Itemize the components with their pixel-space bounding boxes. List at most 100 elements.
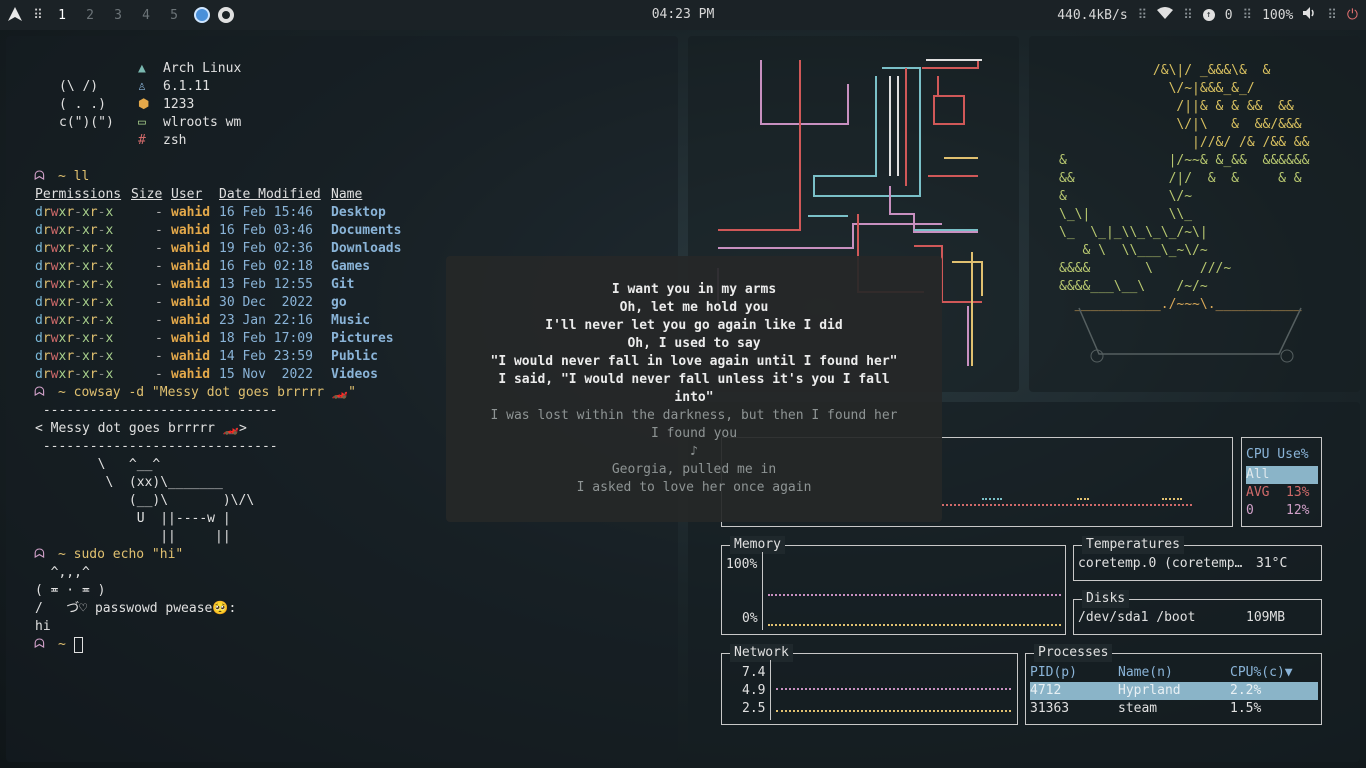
file-name: Documents — [331, 223, 402, 238]
file-date: 18 Feb 17:09 — [219, 331, 313, 346]
memory-min-label: 0% — [742, 611, 758, 626]
file-user: wahid — [171, 241, 211, 256]
ghost-icon: ᗣ — [34, 169, 45, 184]
fetch-os: Arch Linux — [163, 61, 242, 76]
top-bar: ⠿ 1 2 3 4 5 04:23 PM 440.4kB/s ⠿ ⠿ ↑ 0 ⠿… — [0, 0, 1366, 30]
processes-title: Processes — [1034, 644, 1113, 662]
command-output: hi — [35, 619, 51, 634]
monitor-icon: ▭ — [138, 115, 146, 130]
net-speed: 440.4kB/s — [1057, 7, 1128, 23]
col-header-name: Name — [331, 187, 363, 202]
ascii-art-line: /&\|/ _&&&\& & — [1059, 63, 1271, 78]
separator-icon: ⠿ — [1242, 7, 1253, 23]
separator-icon: ⠿ — [1137, 7, 1148, 23]
memory-max-label: 100% — [726, 557, 758, 572]
prompt-command: ~ — [58, 637, 66, 652]
file-date: 14 Feb 23:59 — [219, 349, 313, 364]
memory-axis — [762, 552, 763, 630]
disk-usage: 109MB — [1246, 610, 1286, 625]
file-name: Games — [331, 259, 371, 274]
file-user: wahid — [171, 205, 211, 220]
separator-icon: ⠿ — [1327, 7, 1337, 23]
proc-header-cpu[interactable]: CPU%(c)▼ — [1230, 664, 1293, 682]
file-size: - — [155, 241, 163, 256]
network-graph-line — [776, 688, 1011, 690]
ascii-art-line: && /|/ & & & & — [1059, 171, 1302, 186]
file-name: Pictures — [331, 331, 394, 346]
col-header-date: Date Modified — [219, 187, 321, 202]
sudo-prompt-line: / づ♡ passwowd pwease🥺: — [35, 601, 237, 616]
power-icon[interactable]: ⏻ — [1347, 7, 1358, 23]
file-user: wahid — [171, 367, 211, 382]
arch-icon: ▲ — [138, 61, 146, 76]
proc-header-name[interactable]: Name(n) — [1118, 664, 1173, 682]
ascii-art-line: & \/~ — [1059, 189, 1193, 204]
file-size: - — [155, 205, 163, 220]
cowsay-line: ------------------------------ — [35, 403, 278, 418]
ascii-art-line: &&&& \ ///~ — [1059, 261, 1232, 276]
lyric-line-current: Oh, let me hold you — [619, 300, 769, 315]
cpu-all-row[interactable]: All — [1246, 466, 1318, 484]
cpu-core-value: 12% — [1286, 503, 1310, 518]
lyric-line-current: Oh, I used to say — [627, 336, 761, 351]
file-permissions: drwxr-xr-x — [35, 367, 114, 382]
file-size: - — [155, 277, 163, 292]
file-name: go — [331, 295, 347, 310]
process-cpu[interactable]: 1.5% — [1230, 700, 1261, 718]
cowsay-line: || || — [35, 529, 231, 544]
file-user: wahid — [171, 223, 211, 238]
file-size: - — [155, 259, 163, 274]
lyric-line-current: I want you in my arms — [611, 282, 777, 297]
file-user: wahid — [171, 331, 211, 346]
file-permissions: drwxr-xr-x — [35, 205, 114, 220]
ascii-art-line: \/|\ & &&/&&& — [1059, 117, 1302, 132]
volume-icon[interactable] — [1303, 7, 1317, 23]
prompt-command: ~ sudo echo "hi" — [58, 547, 184, 562]
memory-graph-baseline — [768, 624, 1061, 626]
col-header-user: User — [171, 187, 203, 202]
file-name: Videos — [331, 367, 378, 382]
lyric-line-next: I asked to love her once again — [576, 480, 812, 495]
file-name: Downloads — [331, 241, 402, 256]
file-user: wahid — [171, 349, 211, 364]
ascii-art-line: \_\| \\_ — [1059, 207, 1193, 222]
col-header-permissions: Permissions — [35, 187, 122, 202]
ascii-art-window[interactable]: /&\|/ _&&&\& & \/~|&&&_&_/ /||& & & && &… — [1029, 36, 1360, 392]
cpu-graph-spike — [982, 498, 1002, 500]
text-cursor[interactable] — [74, 637, 83, 653]
process-name[interactable]: steam — [1118, 700, 1157, 718]
process-pid: 4712 — [1030, 683, 1062, 698]
process-name: Hyprland — [1118, 683, 1181, 698]
fetch-packages: 1233 — [163, 97, 195, 112]
kernel-icon: ♙ — [138, 79, 146, 94]
file-name: Public — [331, 349, 378, 364]
separator-icon: ⠿ — [1183, 7, 1193, 23]
process-pid[interactable]: 31363 — [1030, 700, 1069, 718]
fetch-art-line: c(")(") — [59, 115, 114, 130]
network-graph-baseline — [776, 710, 1011, 712]
sudo-art-line: ( ≖ · ≖ ) — [35, 583, 106, 598]
cowsay-line: (__)\ )\/\ — [35, 493, 255, 508]
proc-header-pid[interactable]: PID(p) — [1030, 664, 1077, 682]
wifi-icon[interactable] — [1157, 7, 1174, 23]
notification-icon[interactable]: ↑ — [1202, 9, 1215, 21]
cowsay-line: \ (xx)\_______ — [35, 475, 223, 490]
file-date: 15 Nov 2022 — [219, 367, 313, 382]
lyric-line-current: I said, "I would never fall unless it's … — [498, 372, 890, 387]
lyric-line-current: into" — [674, 390, 714, 405]
fetch-shell: zsh — [163, 133, 187, 148]
file-permissions: drwxr-xr-x — [35, 259, 114, 274]
file-date: 16 Feb 03:46 — [219, 223, 313, 238]
file-date: 16 Feb 02:18 — [219, 259, 313, 274]
notification-count: 0 — [1224, 7, 1233, 23]
prompt-command: ~ cowsay -d "Messy dot goes brrrrr 🏎️" — [58, 385, 356, 400]
ghost-icon: ᗣ — [34, 637, 45, 652]
file-user: wahid — [171, 313, 211, 328]
lyric-line-next: I was lost within the darkness, but then… — [490, 408, 898, 423]
disks-title: Disks — [1082, 590, 1130, 608]
file-permissions: drwxr-xr-x — [35, 223, 114, 238]
shell-icon: # — [138, 133, 146, 148]
lyric-line-current: "I would never fall in love again until … — [490, 354, 898, 369]
ascii-art-line: & \ \\___\_~\/~ — [1059, 243, 1208, 258]
sudo-art-line: ^,,,^ — [35, 565, 90, 580]
